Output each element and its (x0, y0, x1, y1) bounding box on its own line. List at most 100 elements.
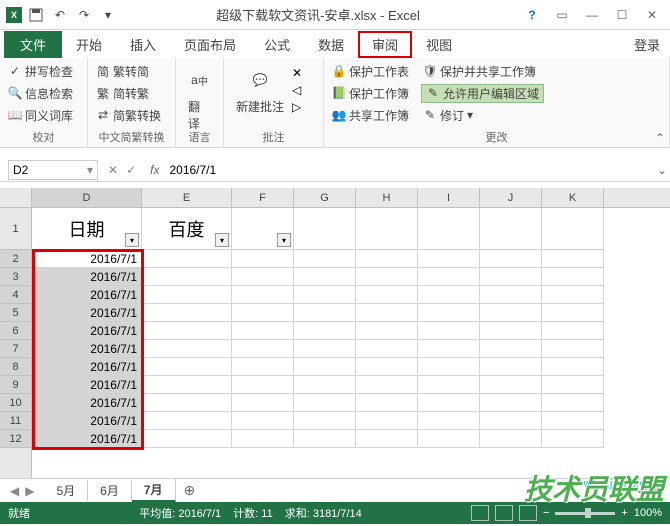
cell-H1[interactable] (356, 208, 418, 250)
col-header-J[interactable]: J (480, 188, 542, 207)
share-workbook-button[interactable]: 👥共享工作簿 (330, 106, 411, 125)
ribbon-options-button[interactable]: ▭ (548, 5, 576, 25)
row-header-5[interactable]: 5 (0, 304, 31, 322)
login-link[interactable]: 登录 (634, 35, 660, 54)
accept-formula-button[interactable]: ✓ (126, 163, 136, 177)
tab-data[interactable]: 数据 (304, 31, 358, 58)
protect-sheet-button[interactable]: 🔒保护工作表 (330, 62, 411, 81)
sheet-tab-6[interactable]: 6月 (88, 480, 132, 501)
thesaurus-button[interactable]: 📖同义词库 (6, 106, 75, 125)
row-header-10[interactable]: 10 (0, 394, 31, 412)
help-button[interactable]: ? (518, 5, 546, 25)
tab-nav-next[interactable]: ▶ (25, 484, 34, 498)
filter-button-F[interactable]: ▾ (277, 233, 291, 247)
row-header-8[interactable]: 8 (0, 358, 31, 376)
qat-redo-button[interactable]: ↷ (74, 5, 94, 25)
cell-J1[interactable] (480, 208, 542, 250)
allow-edit-ranges-button[interactable]: ✎允许用户编辑区域 (421, 84, 544, 103)
cell-I1[interactable] (418, 208, 480, 250)
maximize-button[interactable]: ☐ (608, 5, 636, 25)
research-button[interactable]: 🔍信息检索 (6, 84, 75, 103)
track-changes-button[interactable]: ✎修订 ▾ (421, 106, 475, 125)
row-header-6[interactable]: 6 (0, 322, 31, 340)
col-header-F[interactable]: F (232, 188, 294, 207)
scroll-left-button[interactable]: ◀ (634, 484, 650, 498)
scroll-right-button[interactable]: ▶ (650, 484, 666, 498)
minimize-button[interactable]: — (578, 5, 606, 25)
trad-to-simp-button[interactable]: 繁简转繁 (94, 84, 151, 103)
row-header-2[interactable]: 2 (0, 250, 31, 268)
cell-D2[interactable]: 2016/7/1 (32, 250, 142, 268)
formula-input[interactable] (163, 163, 654, 177)
view-layout-button[interactable] (495, 505, 513, 521)
row-header-3[interactable]: 3 (0, 268, 31, 286)
qat-undo-button[interactable]: ↶ (50, 5, 70, 25)
protect-workbook-button[interactable]: 📗保护工作簿 (330, 84, 411, 103)
grid[interactable]: D E F G H I J K 日期 ▾ 百度 ▾ ▾ (32, 188, 670, 478)
filter-button-E[interactable]: ▾ (215, 233, 229, 247)
cell-D7[interactable]: 2016/7/1 (32, 340, 142, 358)
close-button[interactable]: ✕ (638, 5, 666, 25)
simp-to-trad-button[interactable]: 简繁转简 (94, 62, 151, 81)
view-normal-button[interactable] (471, 505, 489, 521)
add-sheet-button[interactable]: ⊕ (176, 482, 204, 499)
tab-layout[interactable]: 页面布局 (170, 31, 250, 58)
next-comment-button[interactable]: ▷ (290, 99, 304, 115)
name-box[interactable]: D2▾ (8, 160, 98, 180)
chinese-convert-button[interactable]: ⇄简繁转换 (94, 106, 163, 125)
expand-formula-button[interactable]: ⌄ (654, 163, 670, 177)
row-header-7[interactable]: 7 (0, 340, 31, 358)
zoom-level[interactable]: 100% (634, 507, 662, 519)
row-header-9[interactable]: 9 (0, 376, 31, 394)
tab-view[interactable]: 视图 (412, 31, 466, 58)
cell-D3[interactable]: 2016/7/1 (32, 268, 142, 286)
cancel-formula-button[interactable]: ✕ (108, 163, 118, 177)
filter-button-D[interactable]: ▾ (125, 233, 139, 247)
cell-D10[interactable]: 2016/7/1 (32, 394, 142, 412)
cell-K1[interactable] (542, 208, 604, 250)
cell-D1[interactable]: 日期 ▾ (32, 208, 142, 250)
delete-comment-button[interactable]: ✕ (290, 65, 304, 81)
cell-D5[interactable]: 2016/7/1 (32, 304, 142, 322)
fx-icon[interactable]: fx (146, 163, 163, 177)
new-comment-button[interactable]: 💬 新建批注 (230, 60, 290, 119)
spell-check-button[interactable]: ✓拼写检查 (6, 62, 75, 81)
view-pagebreak-button[interactable] (519, 505, 537, 521)
collapse-ribbon-button[interactable]: ⌃ (655, 131, 665, 145)
select-all-corner[interactable] (0, 188, 31, 208)
translate-button[interactable]: a中 翻译 (182, 60, 217, 136)
sheet-tab-7[interactable]: 7月 (132, 479, 176, 502)
row-header-11[interactable]: 11 (0, 412, 31, 430)
row-header-4[interactable]: 4 (0, 286, 31, 304)
qat-customize-button[interactable]: ▾ (98, 5, 118, 25)
tab-review[interactable]: 审阅 (358, 31, 412, 58)
protect-share-button[interactable]: 🛡保护并共享工作簿 (421, 62, 538, 81)
tab-nav-prev[interactable]: ◀ (10, 484, 19, 498)
col-header-G[interactable]: G (294, 188, 356, 207)
cell-G1[interactable] (294, 208, 356, 250)
tab-formulas[interactable]: 公式 (250, 31, 304, 58)
col-header-H[interactable]: H (356, 188, 418, 207)
tab-file[interactable]: 文件 (4, 31, 62, 58)
col-header-D[interactable]: D (32, 188, 142, 207)
qat-save-button[interactable] (26, 5, 46, 25)
col-header-I[interactable]: I (418, 188, 480, 207)
cell-D11[interactable]: 2016/7/1 (32, 412, 142, 430)
cell-D8[interactable]: 2016/7/1 (32, 358, 142, 376)
tab-insert[interactable]: 插入 (116, 31, 170, 58)
cell-D9[interactable]: 2016/7/1 (32, 376, 142, 394)
cell-F1[interactable]: ▾ (232, 208, 294, 250)
cell-D4[interactable]: 2016/7/1 (32, 286, 142, 304)
row-header-12[interactable]: 12 (0, 430, 31, 448)
zoom-in-button[interactable]: + (621, 507, 627, 519)
row-header-1[interactable]: 1 (0, 208, 31, 250)
cell-E1[interactable]: 百度 ▾ (142, 208, 232, 250)
col-header-E[interactable]: E (142, 188, 232, 207)
zoom-out-button[interactable]: − (543, 507, 549, 519)
sheet-tab-5[interactable]: 5月 (44, 480, 88, 501)
zoom-slider[interactable] (555, 512, 615, 515)
cell-D12[interactable]: 2016/7/1 (32, 430, 142, 448)
col-header-K[interactable]: K (542, 188, 604, 207)
cell-D6[interactable]: 2016/7/1 (32, 322, 142, 340)
prev-comment-button[interactable]: ◁ (290, 82, 304, 98)
